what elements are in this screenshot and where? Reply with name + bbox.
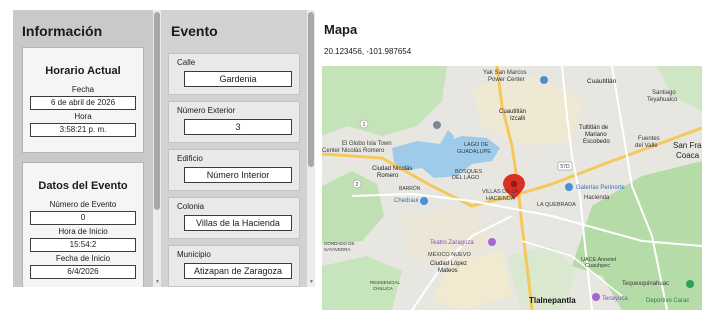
fuentes-label-2: del Valle (635, 143, 658, 149)
deportivo-label: Deportivo Carac (646, 298, 689, 304)
lopez-mateos-label-2: Mateos (438, 268, 458, 274)
power-center-label: Power Center (488, 77, 525, 83)
tultitlan-label-1: Tultitlán de (579, 125, 609, 131)
evento-scrollbar[interactable]: ▼ (307, 10, 315, 287)
teatro-label: Teatro Zaragoza (430, 240, 474, 246)
tequexquinahuac-label: Tequexquinahuac (622, 281, 669, 287)
poi-icon[interactable] (433, 121, 441, 129)
condado-label-1: CONDADO DE (324, 241, 355, 246)
tultitlan-label-3: Escobedo (583, 139, 610, 145)
teatro-poi-icon[interactable] (488, 238, 496, 246)
hora-inicio-field[interactable]: 15:54:2 (30, 238, 136, 252)
informacion-scrollbar-thumb[interactable] (154, 12, 160, 210)
edificio-input[interactable]: Número Interior (184, 167, 292, 183)
fecha-field[interactable]: 6 de abril de 2026 (30, 96, 136, 110)
fecha-inicio-field[interactable]: 6/4/2026 (30, 265, 136, 279)
san-fran-label-2: Coaca (676, 151, 700, 160)
mapa-title: Mapa (324, 22, 358, 37)
lago-label-2: GUADALUPE (457, 149, 491, 155)
colonia-label: Colonia (177, 202, 205, 211)
lopez-mateos-label-1: Ciudad López (430, 261, 467, 267)
fuentes-label-1: Fuentes (638, 136, 660, 142)
calle-input[interactable]: Gardenia (184, 71, 292, 87)
numero-exterior-input[interactable]: 3 (184, 119, 292, 135)
lago-label-1: LAGO DE (464, 142, 489, 148)
mexico-nuevo-label: MÉXICO NUEVO (428, 251, 472, 258)
condado-label-2: SAYAVEDRA (324, 247, 351, 252)
horario-actual-heading: Horario Actual (45, 65, 121, 77)
numero-evento-label: Número de Evento (49, 200, 117, 209)
barron-label: BARRÓN (399, 185, 421, 192)
cuautitlan-izcalli-label-2: Izcalli (510, 116, 525, 122)
tultitlan-label-2: Mariano (585, 132, 607, 138)
santiago-label: Santiago (652, 90, 676, 96)
villas-label-1: VILLAS DE LA (482, 189, 518, 195)
map-canvas[interactable]: 57D 1 2 Yak San Marcos Power Center Cuau… (322, 66, 702, 310)
numero-evento-field[interactable]: 0 (30, 211, 136, 225)
informacion-panel: Información Horario Actual Fecha 6 de ab… (13, 10, 153, 287)
tlalnepantla-label: Tlalnepantla (529, 296, 576, 305)
colonia-group: Colonia Villas de la Hacienda (168, 197, 300, 239)
scroll-down-arrow-icon[interactable]: ▼ (155, 279, 160, 285)
datos-evento-heading: Datos del Evento (38, 180, 128, 192)
uace-label-2: Cuauhpec (585, 263, 610, 269)
hora-inicio-label: Hora de Inicio (58, 227, 108, 236)
route-2-label: 2 (356, 182, 359, 188)
fecha-label: Fecha (71, 85, 95, 94)
cuautitlan-izcalli-label-1: Cuautitlán (499, 109, 526, 115)
edificio-label: Edificio (177, 154, 203, 163)
informacion-scrollbar[interactable]: ▼ (153, 10, 161, 287)
yak-poi-icon[interactable] (540, 76, 548, 84)
cuautitlan-label: Cuautitlán (587, 78, 617, 85)
villas-label-2: HACIENDA (486, 196, 515, 202)
municipio-input[interactable]: Atizapan de Zaragoza (184, 263, 292, 279)
globo-label-1: El Globo Isla Town (342, 141, 392, 147)
tenayuca-label: Tenayuca (602, 296, 628, 302)
evento-panel: Evento Calle Gardenia Número Exterior 3 … (161, 10, 307, 287)
edificio-group: Edificio Número Interior (168, 149, 300, 191)
yak-label: Yak San Marcos (483, 70, 527, 76)
scroll-down-arrow-icon[interactable]: ▼ (309, 279, 314, 285)
municipio-group: Municipio Atizapan de Zaragoza (168, 245, 300, 287)
bosques-label-2: DEL LAGO (452, 175, 480, 181)
numero-exterior-label: Número Exterior (177, 106, 236, 115)
residencial-label-2: CHILUCA (373, 286, 393, 291)
deportivo-poi-icon[interactable] (686, 280, 694, 288)
fecha-inicio-label: Fecha de Inicio (55, 254, 111, 263)
route-57d-label: 57D (560, 164, 570, 170)
la-quebrada-label: LA QUEBRADA (537, 202, 576, 208)
colonia-input[interactable]: Villas de la Hacienda (184, 215, 292, 231)
hacienda-label: Hacienda (584, 195, 610, 201)
evento-title: Evento (171, 23, 218, 39)
evento-scrollbar-thumb[interactable] (308, 12, 314, 167)
tenayuca-poi-icon[interactable] (592, 293, 600, 301)
galerias-poi-icon[interactable] (565, 183, 573, 191)
chedraui-poi-icon[interactable] (420, 197, 428, 205)
informacion-title: Información (22, 23, 103, 39)
horario-actual-card: Horario Actual Fecha 6 de abril de 2026 … (22, 47, 144, 153)
ciudad-nicolas-label-2: Romero (377, 173, 399, 179)
globo-label-2: Center Nicolás Romero (322, 148, 385, 154)
route-1-label: 1 (363, 122, 366, 128)
hora-field[interactable]: 3:58:21 p. m. (30, 123, 136, 137)
ciudad-nicolas-label-1: Ciudad Nicolás (372, 166, 412, 172)
calle-label: Calle (177, 58, 196, 67)
municipio-label: Municipio (177, 250, 211, 259)
san-fran-label-1: San Fran (673, 141, 702, 150)
residencial-label-1: RESIDENCIAL (370, 280, 401, 285)
teyahualco-label: Teyahualco (647, 97, 678, 103)
datos-evento-card: Datos del Evento Número de Evento 0 Hora… (22, 162, 144, 287)
map-view[interactable]: 57D 1 2 Yak San Marcos Power Center Cuau… (322, 66, 702, 310)
galerias-label: Galerías Perinorte (576, 185, 625, 191)
numero-exterior-group: Número Exterior 3 (168, 101, 300, 143)
coordinates-text: 20.123456, -101.987654 (324, 47, 412, 56)
chedraui-label: Chedraui (394, 198, 418, 204)
calle-group: Calle Gardenia (168, 53, 300, 95)
hora-label: Hora (74, 112, 92, 121)
